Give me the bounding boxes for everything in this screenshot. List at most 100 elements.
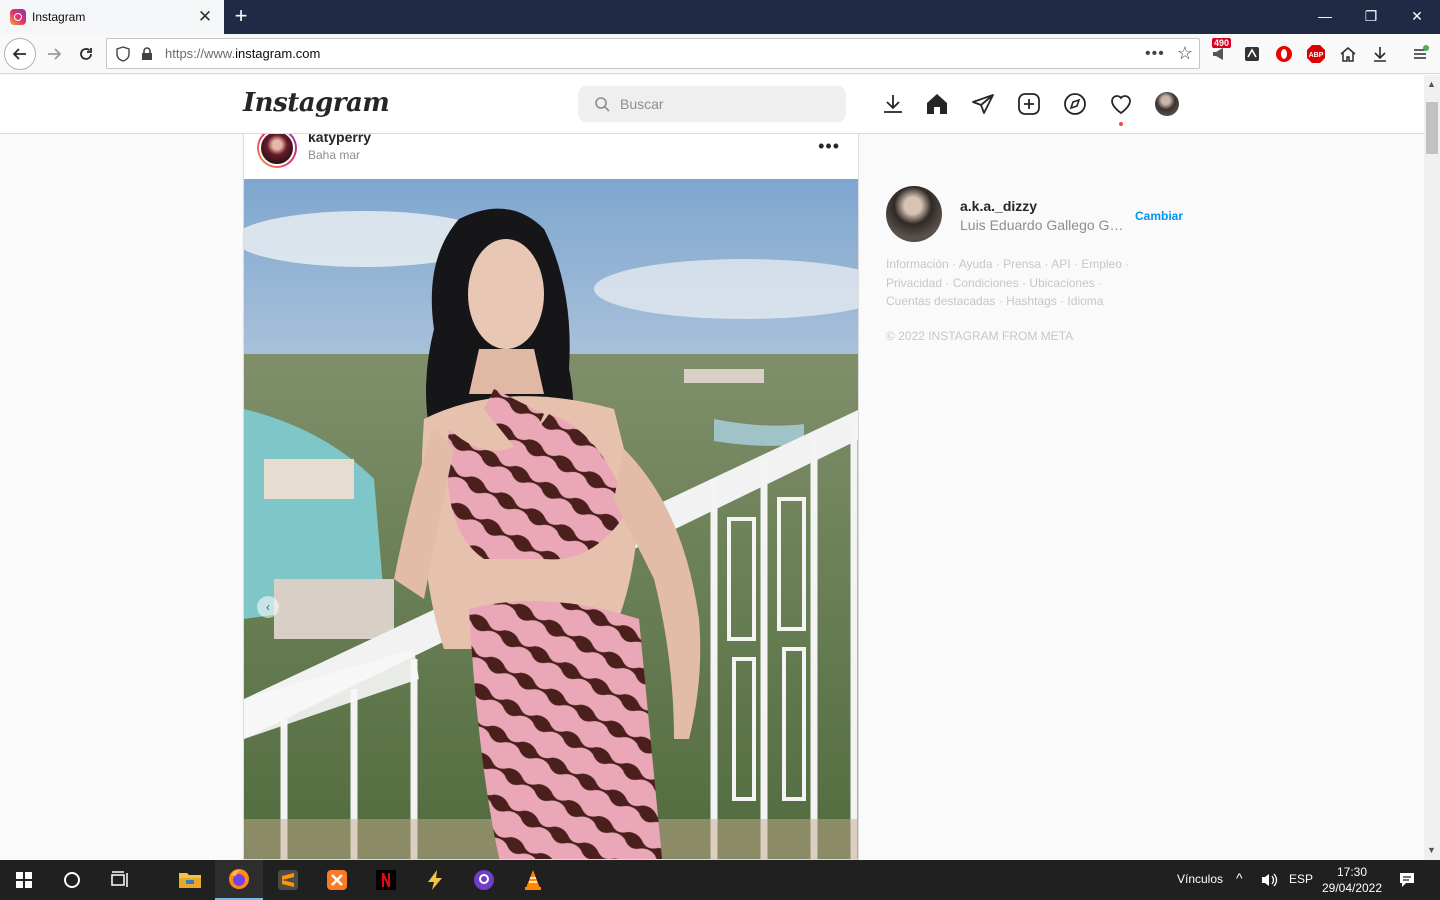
taskbar-file-explorer[interactable] — [166, 860, 214, 900]
window-controls: — ❐ ✕ — [1302, 0, 1440, 34]
reload-icon — [80, 48, 92, 60]
arrow-right-icon — [48, 48, 62, 60]
extension-opera-button[interactable] — [1272, 42, 1296, 66]
task-view-icon — [111, 871, 128, 887]
sidebar-username[interactable]: a.k.a._dizzy — [960, 198, 1037, 214]
balcony-portrait-image — [244, 179, 858, 859]
github-icon — [474, 870, 494, 890]
restore-button[interactable]: ❐ — [1348, 0, 1394, 34]
footer-links-line-2[interactable]: Privacidad · Condiciones · Ubicaciones · — [886, 274, 1136, 293]
instagram-favicon-icon — [10, 9, 26, 25]
browser-tab-bar: Instagram ✕ + — ❐ ✕ — [0, 0, 1440, 34]
scroll-thumb[interactable] — [1426, 102, 1438, 154]
footer-links-line-1[interactable]: Información · Ayuda · Prensa · API · Emp… — [886, 255, 1136, 274]
cortana-button[interactable] — [48, 860, 96, 900]
notification-dot — [1119, 122, 1123, 126]
ninja-icon — [1245, 47, 1259, 61]
arrow-left-icon — [12, 48, 26, 60]
scroll-up-arrow-icon[interactable]: ▲ — [1427, 79, 1436, 89]
scroll-down-arrow-icon[interactable]: ▼ — [1427, 845, 1436, 855]
show-hidden-icons[interactable]: ^ — [1236, 870, 1243, 886]
volume-icon[interactable] — [1260, 872, 1278, 888]
new-post-icon[interactable] — [1017, 92, 1041, 116]
post-author-avatar[interactable] — [257, 134, 297, 168]
taskbar-vlc[interactable] — [509, 860, 557, 900]
taskbar-firefox[interactable] — [215, 860, 263, 900]
instagram-logo[interactable]: Instagram — [243, 88, 390, 118]
search-box[interactable] — [578, 86, 846, 122]
minimize-button[interactable]: — — [1302, 0, 1348, 34]
folder-icon — [179, 873, 201, 888]
copyright-text: © 2022 INSTAGRAM FROM META — [886, 329, 1074, 343]
home-icon[interactable] — [925, 92, 949, 116]
lightning-icon — [428, 870, 442, 890]
url-bar[interactable]: https://www.instagram.com ••• ☆ — [106, 38, 1200, 69]
xampp-icon — [327, 870, 347, 890]
tracking-shield-icon[interactable] — [115, 45, 131, 62]
start-button[interactable] — [0, 860, 48, 900]
downloads-button[interactable] — [1368, 42, 1392, 66]
browser-navigation-bar: https://www.instagram.com ••• ☆ 490 ABP — [0, 34, 1440, 74]
search-icon — [595, 97, 610, 112]
taskbar-netflix[interactable] — [362, 860, 410, 900]
sublime-text-icon — [278, 870, 298, 890]
firefox-icon — [229, 869, 249, 889]
search-input[interactable] — [620, 96, 820, 112]
tab-title: Instagram — [32, 10, 86, 24]
lock-icon[interactable] — [139, 46, 155, 62]
bookmark-star-icon[interactable]: ☆ — [1177, 43, 1193, 64]
extension-badge-button[interactable]: 490 — [1208, 38, 1232, 66]
menu-button[interactable] — [1408, 42, 1432, 66]
direct-messages-icon[interactable] — [971, 92, 995, 116]
red-o-icon — [1276, 46, 1292, 62]
back-button[interactable] — [4, 38, 36, 70]
post-location[interactable]: Baha mar — [308, 148, 360, 162]
switch-account-link[interactable]: Cambiar — [1135, 209, 1183, 223]
taskbar-app-lightning[interactable] — [411, 860, 459, 900]
input-language[interactable]: ESP — [1289, 872, 1313, 886]
taskbar-xampp[interactable] — [313, 860, 361, 900]
page-scrollbar[interactable]: ▲ ▼ — [1424, 75, 1440, 860]
post-username[interactable]: katyperry — [308, 134, 371, 145]
adblock-icon: ABP — [1307, 45, 1325, 63]
taskbar-github[interactable] — [460, 860, 508, 900]
notifications-icon[interactable] — [1398, 871, 1416, 889]
extension-ninja-button[interactable] — [1240, 42, 1264, 66]
netflix-icon — [376, 870, 396, 890]
post-photo[interactable]: ‹ — [244, 179, 858, 859]
home-outline-icon — [1340, 47, 1356, 62]
activity-heart-icon[interactable] — [1109, 92, 1133, 116]
feed-post: katyperry Baha mar ••• ‹ — [243, 134, 859, 860]
new-tab-button[interactable]: + — [230, 4, 252, 28]
task-view-button[interactable] — [96, 860, 144, 900]
footer-links: Información · Ayuda · Prensa · API · Emp… — [886, 255, 1136, 311]
system-clock[interactable]: 17:30 29/04/2022 — [1316, 864, 1388, 896]
taskbar-links-label[interactable]: Vínculos — [1177, 872, 1223, 886]
url-text[interactable]: https://www.instagram.com — [165, 46, 1145, 61]
post-options-icon[interactable]: ••• — [818, 136, 840, 157]
taskbar-sublime-text[interactable] — [264, 860, 312, 900]
close-tab-icon[interactable]: ✕ — [196, 7, 214, 27]
hamburger-menu-icon — [1414, 45, 1429, 59]
cortana-circle-icon — [64, 872, 80, 888]
sidebar-full-name: Luis Eduardo Gallego Gar... — [960, 217, 1130, 233]
tab-instagram[interactable]: Instagram ✕ — [0, 0, 224, 34]
explore-compass-icon[interactable] — [1063, 92, 1087, 116]
download-icon — [1374, 47, 1386, 62]
instagram-header: Instagram — [0, 75, 1424, 134]
forward-button[interactable] — [38, 38, 70, 70]
carousel-previous-button[interactable]: ‹ — [257, 596, 279, 618]
adblock-plus-button[interactable]: ABP — [1304, 42, 1328, 66]
page-actions-icon[interactable]: ••• — [1145, 45, 1165, 63]
profile-avatar[interactable] — [1155, 92, 1179, 116]
sidebar-avatar[interactable] — [886, 186, 942, 242]
clock-date: 29/04/2022 — [1321, 881, 1383, 895]
footer-links-line-3[interactable]: Cuentas destacadas · Hashtags · Idioma — [886, 292, 1136, 311]
windows-taskbar: Vínculos ^ ESP 17:30 29/04/2022 — [0, 860, 1440, 900]
download-icon[interactable] — [881, 92, 905, 116]
home-button[interactable] — [1336, 42, 1360, 66]
reload-button[interactable] — [70, 38, 102, 70]
svg-text:ABP: ABP — [1309, 52, 1324, 59]
close-window-button[interactable]: ✕ — [1394, 0, 1440, 34]
extension-count-badge: 490 — [1212, 38, 1232, 48]
